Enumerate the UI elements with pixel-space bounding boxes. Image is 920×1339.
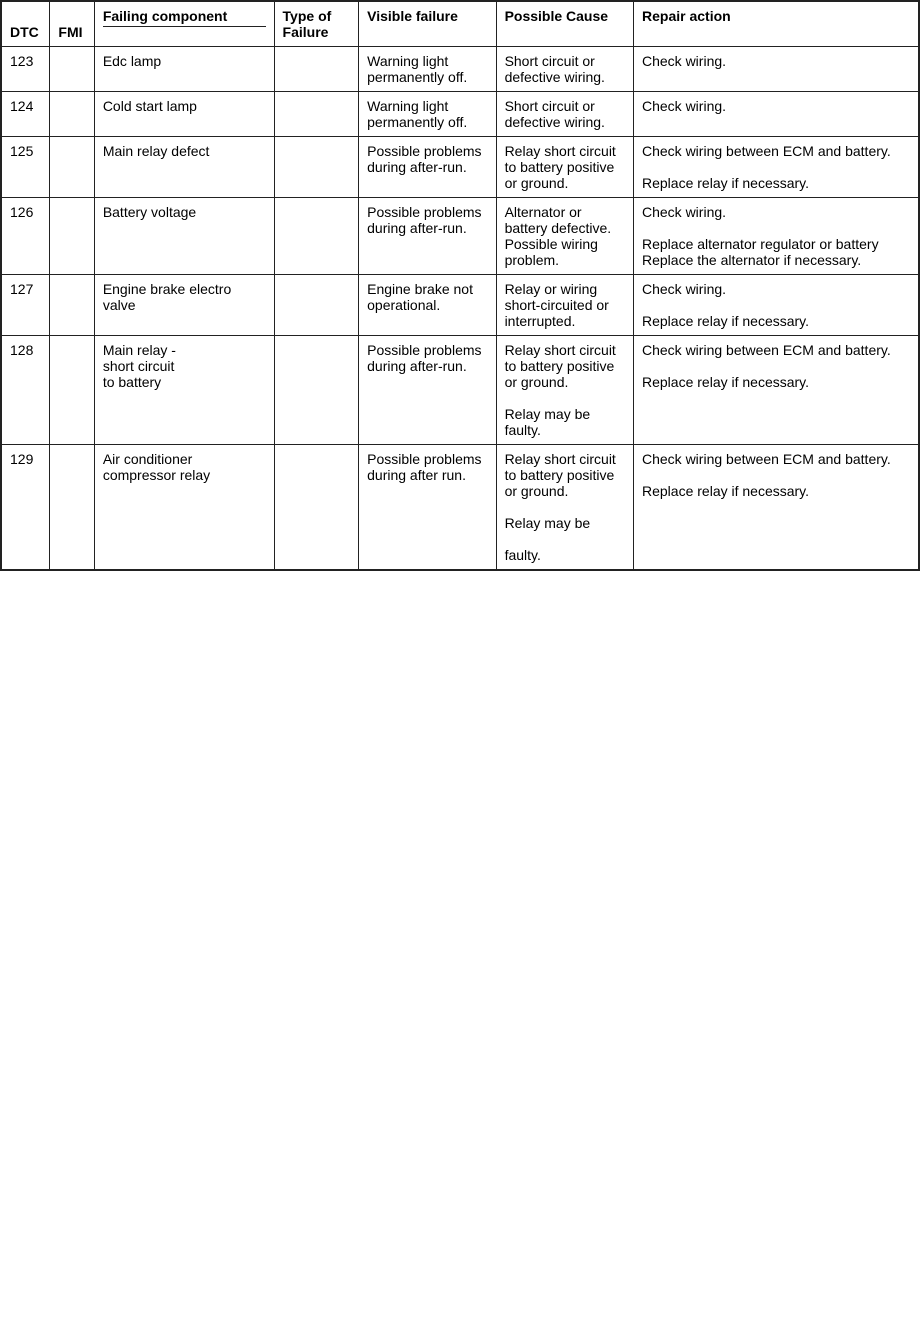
- table-cell: 129: [1, 445, 50, 571]
- table-cell: [50, 275, 94, 336]
- table-cell: Alternator or battery defective. Possibl…: [496, 198, 633, 275]
- table-cell: 128: [1, 336, 50, 445]
- table-cell: Check wiring between ECM and battery.Rep…: [634, 137, 920, 198]
- table-cell: [50, 92, 94, 137]
- table-cell: Check wiring.Replace alternator regulato…: [634, 198, 920, 275]
- table-cell: 125: [1, 137, 50, 198]
- table-cell: Check wiring.: [634, 92, 920, 137]
- header-failing-component: Failing component: [94, 1, 274, 47]
- table-cell: Warning light permanently off.: [359, 47, 496, 92]
- table-cell: Relay or wiring short-circuited or inter…: [496, 275, 633, 336]
- table-row: 125 Main relay defect Possible problems du…: [1, 137, 919, 198]
- table-cell: Main relay defect: [94, 137, 274, 198]
- table-cell: [274, 336, 359, 445]
- table-cell: Warning light permanently off.: [359, 92, 496, 137]
- table-cell: Cold start lamp: [94, 92, 274, 137]
- table-cell: Check wiring.Replace relay if necessary.: [634, 275, 920, 336]
- table-cell: Check wiring.: [634, 47, 920, 92]
- table-cell: 124: [1, 92, 50, 137]
- header-possible-cause: Possible Cause: [496, 1, 633, 47]
- table-cell: Possible problems during after-run.: [359, 198, 496, 275]
- table-row: 129 Air conditioner compressor relay Possi…: [1, 445, 919, 571]
- table-row: 123 Edc lamp Warning light permanently off…: [1, 47, 919, 92]
- table-row: 124 Cold start lamp Warning light permanen…: [1, 92, 919, 137]
- table-cell: [274, 47, 359, 92]
- header-repair-action: Repair action: [634, 1, 920, 47]
- table-cell: Air conditioner compressor relay: [94, 445, 274, 571]
- table-row: 128 Main relay -short circuitto battery Po…: [1, 336, 919, 445]
- table-cell: Check wiring between ECM and battery.Rep…: [634, 445, 920, 571]
- table-cell: Relay short circuit to battery positive …: [496, 137, 633, 198]
- table-cell: Main relay -short circuitto battery: [94, 336, 274, 445]
- table-row: 127 Engine brake electro valve Engine brak…: [1, 275, 919, 336]
- header-visible-failure: Visible failure: [359, 1, 496, 47]
- table-cell: Edc lamp: [94, 47, 274, 92]
- table-cell: Engine brake electro valve: [94, 275, 274, 336]
- table-row: 126 Battery voltage Possible problems duri…: [1, 198, 919, 275]
- table-cell: [274, 137, 359, 198]
- table-cell: [274, 92, 359, 137]
- table-cell: 126: [1, 198, 50, 275]
- table-cell: [50, 445, 94, 571]
- table-cell: [50, 47, 94, 92]
- header-dtc: DTC: [1, 1, 50, 47]
- table-cell: [50, 336, 94, 445]
- table-cell: Engine brake not operational.: [359, 275, 496, 336]
- table-cell: Short circuit or defective wiring.: [496, 92, 633, 137]
- table-cell: [274, 275, 359, 336]
- table-cell: Battery voltage: [94, 198, 274, 275]
- table-cell: Possible problems during after-run.: [359, 137, 496, 198]
- table-cell: Check wiring between ECM and battery.Rep…: [634, 336, 920, 445]
- header-fmi: FMI: [50, 1, 94, 47]
- table-cell: Possible problems during after run.: [359, 445, 496, 571]
- table-cell: [50, 198, 94, 275]
- header-type-of-failure: Type of Failure: [274, 1, 359, 47]
- table-cell: Possible problems during after-run.: [359, 336, 496, 445]
- table-cell: [274, 445, 359, 571]
- table-cell: Short circuit or defective wiring.: [496, 47, 633, 92]
- table-cell: 127: [1, 275, 50, 336]
- table-cell: [274, 198, 359, 275]
- table-cell: Relay short circuit to battery positive …: [496, 336, 633, 445]
- main-table: DTC FMI Failing component Type of Failur…: [0, 0, 920, 571]
- table-cell: Relay short circuit to battery positive …: [496, 445, 633, 571]
- table-cell: [50, 137, 94, 198]
- table-cell: 123: [1, 47, 50, 92]
